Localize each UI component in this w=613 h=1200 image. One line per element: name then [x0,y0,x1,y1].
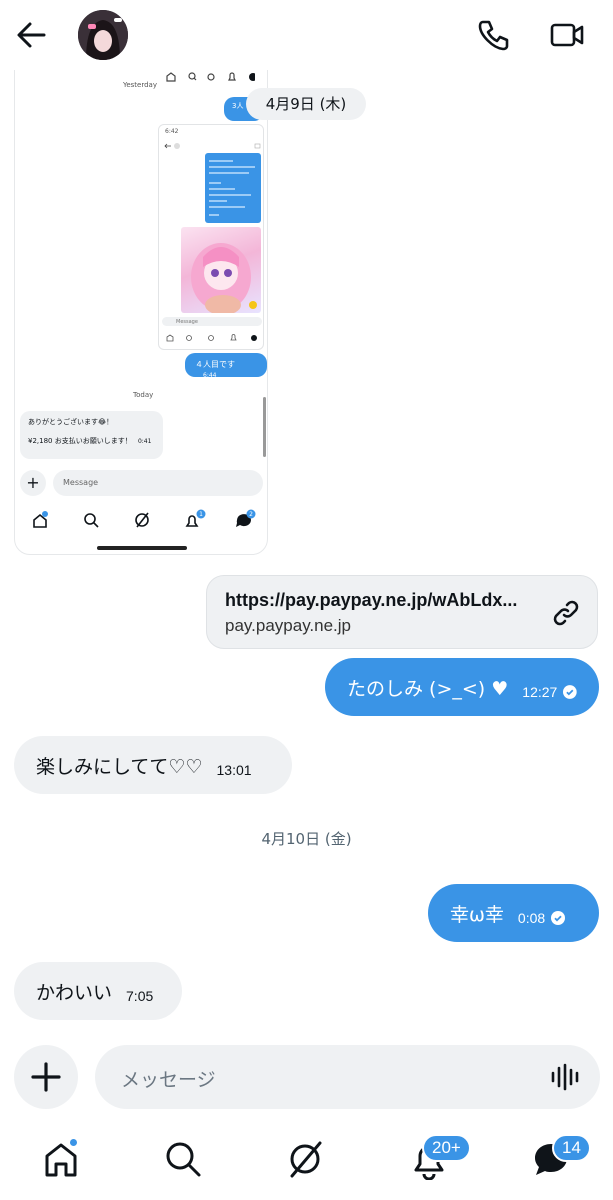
message-time: 13:01 [216,762,252,778]
inner-composer: Message [162,317,262,326]
voice-waveform-icon[interactable] [550,1062,580,1092]
message-bubble-out[interactable]: たのしみ (>_<) ♥ 12:27 [325,658,599,716]
back-button[interactable] [14,18,48,52]
arrow-left-icon [17,22,46,48]
avatar[interactable] [78,10,128,60]
nav-search[interactable] [162,1138,204,1180]
grok-icon [290,1141,322,1178]
payment-request-bubble: ありがとうございます😂！ ¥2,180 お支払いお願いします！ 0:41 [20,411,163,459]
avatar-image [78,10,128,60]
mini-notif-badge: 1 [199,511,203,518]
message-placeholder: メッセージ [121,1069,216,1091]
video-call-button[interactable] [548,16,586,54]
nav-messages[interactable]: 14 [530,1134,591,1180]
date-pill: 4月9日 (木) [246,88,366,120]
phone-icon [478,20,509,51]
mini-bottom-nav: 1 2 [33,509,256,528]
plus-icon [31,1062,61,1092]
thanks-line-1: ありがとうございます😂！ [28,418,114,426]
day-separator: 4月10日 (金) [261,830,352,848]
link-preview-card[interactable]: https://pay.paypay.ne.jp/wAbLdx... pay.p… [206,575,598,649]
nav-notifications[interactable]: 20+ [408,1134,471,1181]
video-camera-icon [550,23,584,47]
shared-screenshot-image[interactable]: Yesterday 3人 6:42 Message ４人目です 6:44 Tod… [14,48,268,555]
thanks-line-2: ¥2,180 お支払いお願いします！ 0:41 [28,436,152,445]
notifications-badge: 20+ [422,1134,471,1162]
mini-plus-button: + [20,470,46,496]
link-url: https://pay.paypay.ne.jp/wAbLdx... [225,590,518,610]
message-input[interactable]: メッセージ [95,1045,600,1109]
inner-header-icons [164,143,261,149]
read-check-icon [563,685,577,699]
message-text: たのしみ (>_<) ♥ [347,677,509,700]
add-attachment-button[interactable] [14,1045,78,1109]
inner-anime-illustration [181,227,261,313]
messages-badge: 14 [552,1134,591,1162]
home-indicator [97,546,187,550]
message-bubble-in[interactable]: 楽しみにしてて♡♡ 13:01 [14,736,292,794]
call-button[interactable] [474,16,512,54]
message-time: 7:05 [126,988,154,1004]
fourth-person-bubble: ４人目です 6:44 [185,353,267,379]
home-unread-dot [68,1137,79,1148]
link-domain: pay.paypay.ne.jp [225,616,352,635]
yesterday-label: Yesterday [123,81,157,89]
fourth-person-text: ４人目です [195,360,235,369]
message-time: 12:27 [522,684,558,700]
search-icon [166,1142,201,1177]
bottom-navigation: 20+ 14 [0,1125,613,1200]
inner-phone-screenshot: 6:42 Message [158,124,264,350]
inner-message-bubble [205,153,261,223]
message-text: 幸ω幸 [450,903,504,926]
mini-scrollbar [263,397,266,457]
message-time: 0:08 [517,910,546,926]
inner-text-lines [209,160,255,216]
mini-msg-badge: 2 [249,511,253,518]
message-text: かわいい [36,981,113,1004]
nav-home[interactable] [40,1137,82,1180]
chat-header [0,0,613,70]
message-bubble-in[interactable]: かわいい 7:05 [14,962,182,1020]
message-text: 楽しみにしてて♡♡ [36,755,203,778]
inner-nav-icons [166,334,257,342]
read-check-icon [551,911,566,925]
fourth-person-time: 6:44 [203,372,217,379]
link-icon [553,600,579,626]
nav-grok[interactable] [284,1138,326,1180]
thanks-time: 0:41 [137,437,152,445]
mini-message-input: Message [53,470,263,496]
message-bubble-out[interactable]: 幸ω幸 0:08 [428,884,599,942]
inner-time: 6:42 [165,128,179,135]
today-label: Today [133,391,154,399]
